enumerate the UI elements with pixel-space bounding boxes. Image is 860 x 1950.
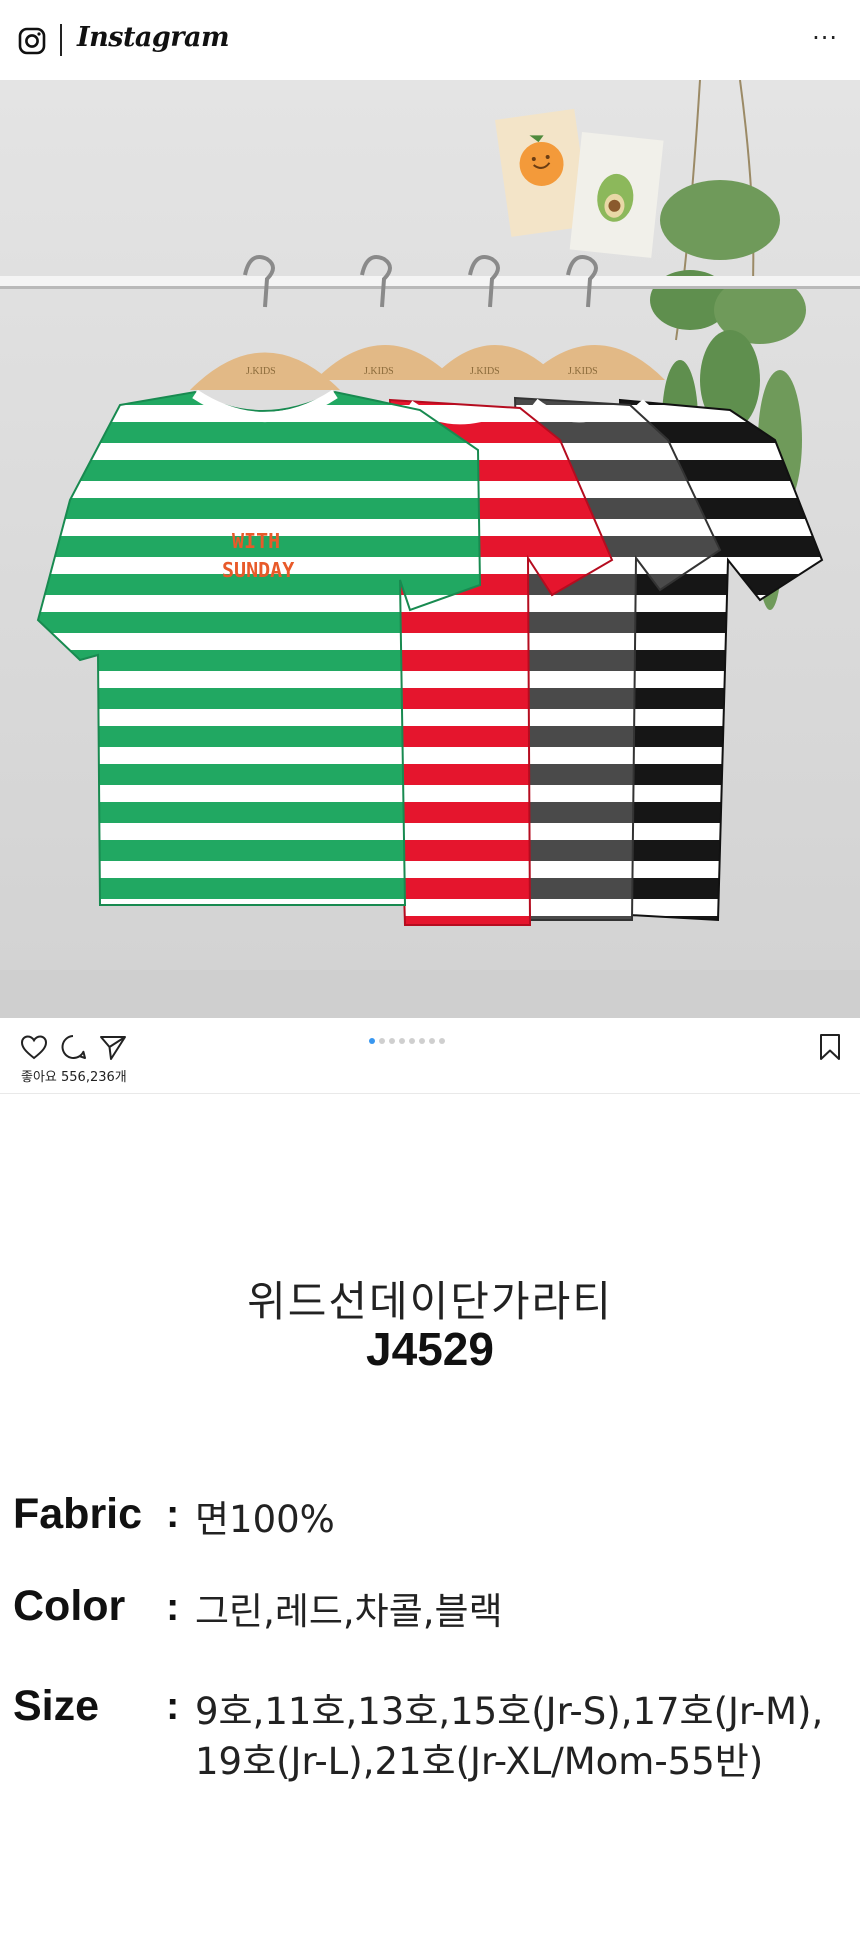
color-value: 그린,레드,차콜,블랙 xyxy=(195,1590,503,1633)
bookmark-icon[interactable] xyxy=(817,1032,843,1062)
carousel-dot xyxy=(439,1038,445,1044)
carousel-indicator xyxy=(369,1038,449,1046)
fabric-colon: : xyxy=(166,1492,180,1536)
carousel-dot xyxy=(429,1038,435,1044)
carousel-dot xyxy=(419,1038,425,1044)
size-value-line1: 9호,11호,13호,15호(Jr-S),17호(Jr-M), xyxy=(195,1690,824,1733)
product-name: 위드선데이단가라티 xyxy=(247,1277,613,1326)
comment-icon[interactable] xyxy=(58,1032,88,1062)
more-options-icon[interactable]: ··· xyxy=(812,24,838,52)
heart-icon[interactable] xyxy=(19,1032,49,1062)
post-action-bar: 좋아요 556,236개 xyxy=(0,1018,860,1094)
header-divider xyxy=(60,24,62,56)
fabric-value: 면100% xyxy=(195,1498,335,1541)
carousel-dot xyxy=(369,1038,375,1044)
size-colon: : xyxy=(166,1684,180,1728)
shirt-print-sunday: SUNDAY xyxy=(222,558,294,582)
size-label: Size xyxy=(13,1682,100,1730)
instagram-header: Instagram ··· xyxy=(0,0,860,81)
carousel-dot xyxy=(409,1038,415,1044)
carousel-dot xyxy=(399,1038,405,1044)
fabric-label: Fabric xyxy=(13,1490,143,1538)
product-code: J4529 xyxy=(366,1323,494,1375)
hanger-tag-2: J.KIDS xyxy=(364,366,394,377)
postcard-avocado xyxy=(569,132,664,258)
shirt-print-with: WITH xyxy=(232,529,280,553)
size-value-line2: 19호(Jr-L),21호(Jr-XL/Mom-55반) xyxy=(195,1740,764,1783)
product-photo-illustration: J.KIDS J.KIDS J.KIDS J.KIDS WITH SUNDAY xyxy=(0,80,860,1018)
hanger-tag-1: J.KIDS xyxy=(246,366,276,377)
paper-plane-icon[interactable] xyxy=(98,1032,128,1062)
carousel-dot xyxy=(379,1038,385,1044)
instagram-wordmark[interactable]: Instagram xyxy=(77,22,230,53)
post-photo[interactable]: J.KIDS J.KIDS J.KIDS J.KIDS WITH SUNDAY xyxy=(0,80,860,1018)
carousel-dot xyxy=(389,1038,395,1044)
color-colon: : xyxy=(166,1585,180,1629)
color-label: Color xyxy=(13,1582,126,1630)
hanger-tag-3: J.KIDS xyxy=(470,366,500,377)
instagram-logo-icon[interactable] xyxy=(18,27,46,55)
hanger-tag-4: J.KIDS xyxy=(568,366,598,377)
likes-count[interactable]: 좋아요 556,236개 xyxy=(21,1066,127,1085)
